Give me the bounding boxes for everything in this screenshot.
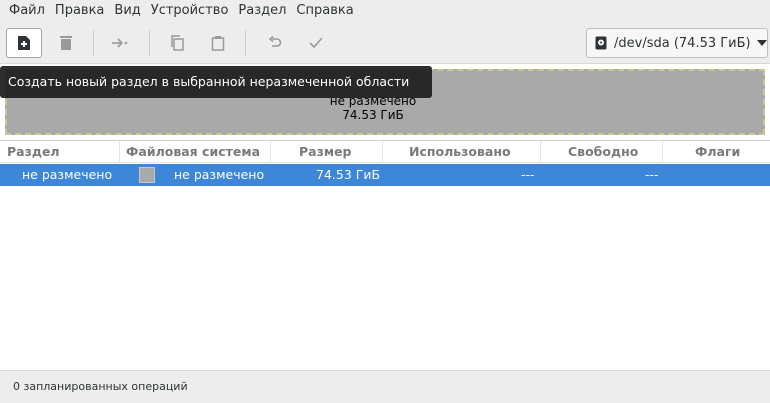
- paste-button[interactable]: [200, 28, 236, 58]
- cell-size: 74.53 ГиБ: [316, 167, 381, 182]
- menu-bar: Файл Правка Вид Устройство Раздел Справк…: [0, 0, 770, 22]
- cell-used: ---: [521, 167, 535, 182]
- chevron-down-icon: [756, 40, 767, 46]
- column-header-free[interactable]: Свободно: [541, 141, 663, 163]
- copy-button[interactable]: [160, 28, 196, 58]
- paste-icon: [211, 36, 225, 51]
- delete-button[interactable]: [48, 28, 84, 58]
- table-header: Раздел Файловая система Размер Использов…: [0, 141, 770, 163]
- resize-move-icon: [112, 38, 128, 48]
- column-header-filesystem[interactable]: Файловая система: [120, 141, 271, 163]
- delete-icon: [60, 36, 72, 50]
- filesystem-color-swatch: [139, 167, 155, 183]
- unallocated-block-size: 74.53 ГиБ: [342, 108, 404, 122]
- device-selector[interactable]: /dev/sda (74.53 ГиБ): [586, 28, 768, 58]
- apply-button[interactable]: [298, 28, 334, 58]
- menu-partition[interactable]: Раздел: [233, 0, 291, 22]
- undo-icon: [268, 36, 282, 47]
- cell-filesystem: не размечено: [174, 167, 265, 182]
- partition-table: Раздел Файловая система Размер Использов…: [0, 140, 770, 370]
- column-header-size[interactable]: Размер: [271, 141, 383, 163]
- cell-partition: не размечено: [22, 167, 113, 182]
- cell-free: ---: [645, 167, 659, 182]
- copy-icon: [171, 35, 184, 51]
- toolbar-separator: [245, 30, 246, 56]
- table-row[interactable]: не размечено не размечено 74.53 ГиБ --- …: [0, 164, 770, 186]
- status-bar: 0 запланированных операций: [0, 370, 770, 403]
- menu-file[interactable]: Файл: [4, 0, 50, 22]
- column-header-flags[interactable]: Флаги: [663, 141, 770, 163]
- menu-view[interactable]: Вид: [109, 0, 145, 22]
- column-header-used[interactable]: Использовано: [383, 141, 541, 163]
- checkmark-icon: [309, 37, 323, 49]
- new-partition-tooltip: Создать новый раздел в выбранной неразме…: [0, 66, 432, 98]
- resize-move-button[interactable]: [103, 28, 139, 58]
- device-label: /dev/sda (74.53 ГиБ): [614, 35, 751, 51]
- hard-disk-icon: [595, 36, 607, 50]
- menu-device[interactable]: Устройство: [146, 0, 234, 22]
- menu-help[interactable]: Справка: [291, 0, 358, 22]
- new-partition-icon: [18, 36, 30, 50]
- menu-edit[interactable]: Правка: [50, 0, 109, 22]
- toolbar: /dev/sda (74.53 ГиБ): [0, 22, 770, 64]
- new-partition-button[interactable]: [6, 28, 42, 58]
- toolbar-separator: [93, 30, 94, 56]
- column-header-partition[interactable]: Раздел: [0, 141, 120, 163]
- undo-button[interactable]: [257, 28, 293, 58]
- toolbar-separator: [149, 30, 150, 56]
